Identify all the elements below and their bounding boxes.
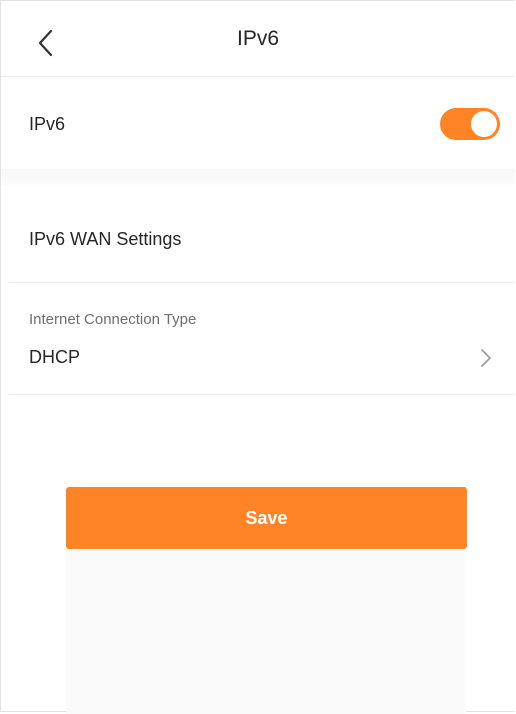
connection-type-row[interactable]: Internet Connection Type DHCP <box>1 283 515 394</box>
content-background <box>66 549 466 714</box>
toggle-knob <box>471 111 497 137</box>
connection-type-value: DHCP <box>29 347 81 367</box>
ipv6-label: IPv6 <box>29 114 66 134</box>
divider <box>9 394 515 395</box>
ipv6-row: IPv6 <box>1 78 515 170</box>
save-button[interactable]: Save <box>66 487 467 549</box>
header-bar: IPv6 <box>1 1 515 77</box>
wan-settings-title: IPv6 WAN Settings <box>29 229 182 249</box>
settings-screen: IPv6 IPv6 IPv6 WAN Settings Internet Con… <box>0 0 515 714</box>
page-title: IPv6 <box>236 27 280 50</box>
connection-type-caption: Internet Connection Type <box>29 311 197 328</box>
ipv6-toggle[interactable] <box>440 108 500 140</box>
chevron-right-icon <box>479 347 493 369</box>
section-separator <box>1 169 515 185</box>
